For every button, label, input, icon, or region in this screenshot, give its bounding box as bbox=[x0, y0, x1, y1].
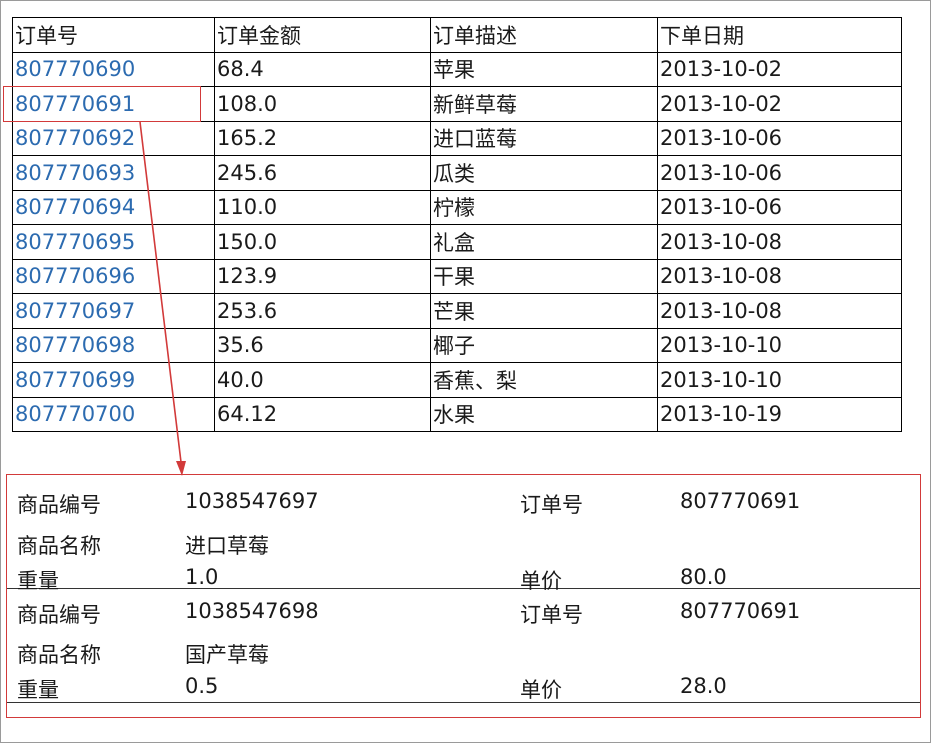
label-product-name: 商品名称 bbox=[17, 643, 101, 667]
order-no-value: 807770691 bbox=[680, 489, 801, 513]
detail-item: 商品编号 1038547697 订单号 807770691 商品名称 进口草莓 … bbox=[7, 475, 920, 593]
weight-value: 1.0 bbox=[185, 565, 219, 589]
product-id-value: 1038547698 bbox=[185, 599, 319, 623]
label-order-no: 订单号 bbox=[520, 603, 583, 627]
unit-price-value: 28.0 bbox=[680, 674, 727, 698]
product-name-value: 进口草莓 bbox=[185, 534, 269, 558]
label-product-id: 商品编号 bbox=[17, 603, 101, 627]
product-id-value: 1038547697 bbox=[185, 489, 319, 513]
product-name-value: 国产草莓 bbox=[185, 643, 269, 667]
label-weight: 重量 bbox=[17, 678, 59, 702]
label-product-name: 商品名称 bbox=[17, 534, 101, 558]
unit-price-value: 80.0 bbox=[680, 565, 727, 589]
weight-value: 0.5 bbox=[185, 674, 219, 698]
order-detail-panel: 商品编号 1038547697 订单号 807770691 商品名称 进口草莓 … bbox=[6, 474, 921, 718]
order-no-value: 807770691 bbox=[680, 599, 801, 623]
label-unit-price: 单价 bbox=[520, 678, 562, 702]
detail-item: 商品编号 1038547698 订单号 807770691 商品名称 国产草莓 … bbox=[7, 589, 920, 703]
label-product-id: 商品编号 bbox=[17, 493, 101, 517]
label-order-no: 订单号 bbox=[520, 493, 583, 517]
